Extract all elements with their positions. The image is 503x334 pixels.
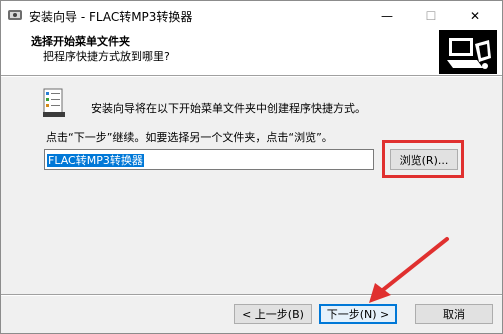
back-button[interactable]: < 上一步(B): [234, 304, 312, 324]
close-button[interactable]: ✕: [453, 1, 497, 30]
instruction-text: 安装向导将在以下开始菜单文件夹中创建程序快捷方式。: [91, 102, 366, 115]
page-title: 选择开始菜单文件夹: [31, 35, 130, 48]
minimize-icon: —: [381, 8, 393, 23]
maximize-button[interactable]: ☐: [409, 1, 453, 30]
browse-highlight-box: [382, 140, 464, 178]
page-subtitle: 把程序快捷方式放到哪里?: [43, 50, 170, 63]
close-icon: ✕: [469, 8, 481, 23]
minimize-button[interactable]: —: [365, 1, 409, 30]
start-menu-folder-icon: [43, 88, 65, 117]
hint-text: 点击“下一步”继续。如要选择另一个文件夹，点击“浏览”。: [46, 131, 333, 144]
installer-window: 安装向导 - FLAC转MP3转换器 — ☐ ✕ 选择开始菜单文件夹 把程序快捷…: [0, 0, 503, 334]
start-menu-folder-field[interactable]: FLAC转MP3转换器: [44, 149, 374, 170]
wizard-header: 选择开始菜单文件夹 把程序快捷方式放到哪里?: [1, 30, 502, 75]
annotation-arrow: [369, 237, 449, 303]
app-icon: [8, 10, 22, 20]
title-bar[interactable]: 安装向导 - FLAC转MP3转换器 — ☐ ✕: [1, 1, 502, 30]
maximize-icon: ☐: [425, 8, 437, 23]
header-divider: [1, 75, 502, 77]
window-title: 安装向导 - FLAC转MP3转换器: [29, 10, 193, 24]
wizard-computer-icon: [439, 30, 497, 74]
folder-value: FLAC转MP3转换器: [47, 154, 144, 167]
